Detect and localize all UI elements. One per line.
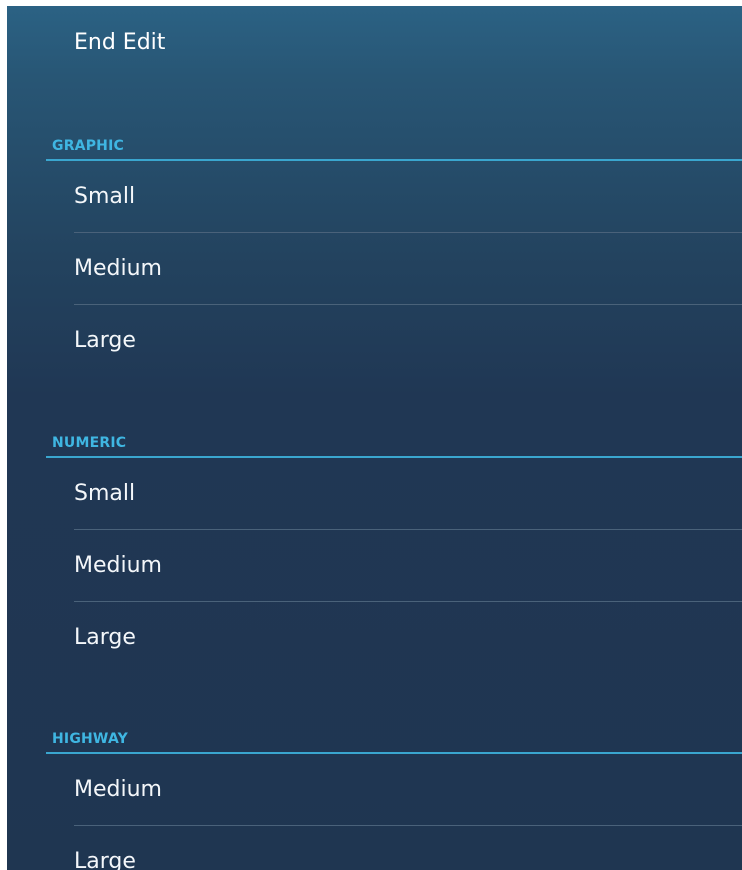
section-graphic: GRAPHIC Small Medium Large [7,130,742,376]
size-menu-panel: End Edit GRAPHIC Small Medium Large NUME… [7,6,742,870]
numeric-small-option[interactable]: Small [74,458,742,529]
graphic-large-option[interactable]: Large [74,304,742,376]
end-edit-button[interactable]: End Edit [74,22,374,64]
option-label: Small [74,184,136,209]
highway-large-option[interactable]: Large [74,825,742,870]
numeric-medium-option[interactable]: Medium [74,529,742,601]
graphic-small-option[interactable]: Small [74,161,742,232]
option-label: Medium [74,777,162,802]
graphic-medium-option[interactable]: Medium [74,232,742,304]
section-title-highway: HIGHWAY [52,731,128,747]
section-header-highway: HIGHWAY [46,723,742,754]
section-title-graphic: GRAPHIC [52,138,124,154]
option-label: Large [74,328,136,353]
option-label: Medium [74,256,162,281]
section-highway: HIGHWAY Medium Large [7,723,742,870]
section-title-numeric: NUMERIC [52,435,127,451]
section-numeric: NUMERIC Small Medium Large [7,427,742,673]
section-header-numeric: NUMERIC [46,427,742,458]
option-label: Small [74,481,136,506]
option-label: Large [74,625,136,650]
option-label: Medium [74,553,162,578]
highway-medium-option[interactable]: Medium [74,754,742,825]
section-header-graphic: GRAPHIC [46,130,742,161]
numeric-large-option[interactable]: Large [74,601,742,673]
option-label: Large [74,849,136,870]
